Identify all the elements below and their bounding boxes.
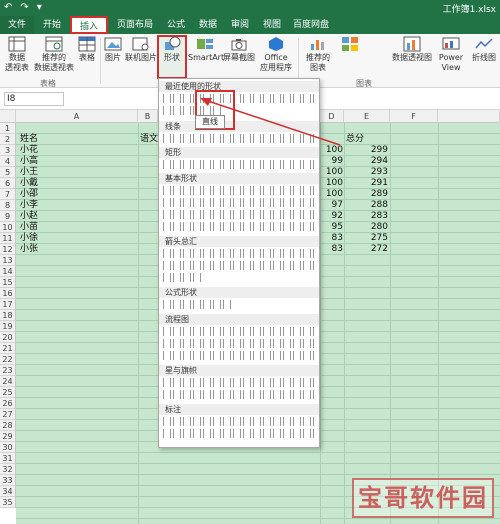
watermark-logo: 宝哥软件园	[352, 478, 494, 518]
annotation-arrow	[200, 98, 341, 146]
